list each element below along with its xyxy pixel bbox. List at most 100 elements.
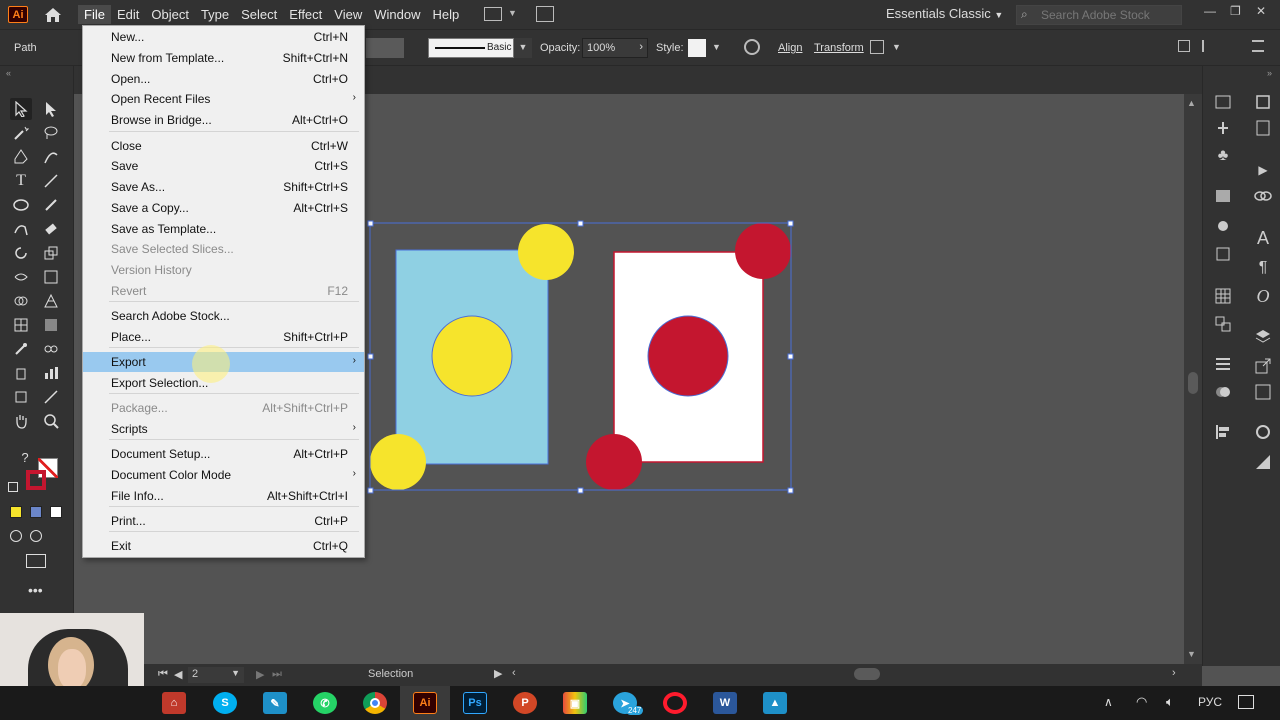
- blend-tool-icon[interactable]: [40, 338, 62, 360]
- status-menu-arrow[interactable]: ▶: [494, 667, 502, 680]
- photoshop-icon[interactable]: Ps: [463, 692, 487, 714]
- opentype-icon[interactable]: O: [1253, 286, 1273, 306]
- menu-object[interactable]: Object: [145, 5, 195, 24]
- pin-icon[interactable]: [870, 40, 884, 54]
- acrobat-icon[interactable]: ⌂: [162, 692, 186, 714]
- perspective-grid-icon[interactable]: [40, 290, 62, 312]
- mesh-tool-icon[interactable]: [10, 314, 32, 336]
- chevron-down-icon[interactable]: ▼: [514, 38, 532, 58]
- selection-handle[interactable]: [367, 220, 374, 227]
- scroll-left-arrow[interactable]: ‹: [512, 667, 516, 679]
- column-graph-icon[interactable]: [40, 362, 62, 384]
- gradient-panel-icon[interactable]: [1213, 186, 1233, 206]
- fill-stroke-swatch[interactable]: [26, 458, 58, 490]
- character-icon[interactable]: A: [1253, 228, 1273, 248]
- menu-item-document-setup[interactable]: Document Setup... Alt+Ctrl+P: [83, 444, 364, 464]
- red-dot-top-right[interactable]: [735, 223, 791, 279]
- yellow-dot-top-right[interactable]: [518, 224, 574, 280]
- transparency-icon[interactable]: [1213, 382, 1233, 402]
- artboards-panel-icon[interactable]: [1213, 314, 1233, 334]
- arrange-documents-icon[interactable]: [484, 7, 502, 21]
- scale-tool-icon[interactable]: [40, 242, 62, 264]
- type-tool-icon[interactable]: T: [10, 170, 32, 192]
- opera-icon[interactable]: [663, 692, 687, 714]
- menu-item-search-adobe-stock[interactable]: Search Adobe Stock...: [83, 306, 364, 326]
- menu-item-scripts[interactable]: Scripts ›: [83, 419, 364, 439]
- transform-link[interactable]: Transform: [814, 42, 864, 54]
- document-icon[interactable]: [1253, 118, 1273, 138]
- screen-mode-icon[interactable]: [26, 554, 46, 568]
- selection-handle[interactable]: [367, 353, 374, 360]
- close-icon[interactable]: ✕: [1256, 4, 1266, 18]
- workspace-switcher[interactable]: Essentials Classic ▼: [886, 6, 1003, 21]
- restore-icon[interactable]: ❐: [1230, 4, 1241, 18]
- selection-tool-icon[interactable]: [10, 98, 32, 120]
- hamburger-icon[interactable]: [1252, 40, 1264, 52]
- stroke-weight-field[interactable]: [366, 38, 404, 58]
- menu-item-save[interactable]: Save Ctrl+S: [83, 156, 364, 176]
- symbol-sprayer-icon[interactable]: [10, 362, 32, 384]
- menu-item-browse-in-bridge[interactable]: Browse in Bridge... Alt+Ctrl+O: [83, 110, 364, 130]
- puppet-warp-icon[interactable]: [1213, 118, 1233, 138]
- curvature-tool-icon[interactable]: [40, 146, 62, 168]
- menu-edit[interactable]: Edit: [111, 5, 145, 24]
- skype-icon[interactable]: S: [213, 692, 237, 714]
- menu-item-close[interactable]: Close Ctrl+W: [83, 136, 364, 156]
- photos-icon[interactable]: ▲: [763, 692, 787, 714]
- menu-item-document-color-mode[interactable]: Document Color Mode ›: [83, 465, 364, 485]
- menu-effect[interactable]: Effect: [283, 5, 328, 24]
- zoom-tool-icon[interactable]: [40, 410, 62, 432]
- language-indicator[interactable]: РУС: [1198, 695, 1222, 709]
- menu-item-print[interactable]: Print... Ctrl+P: [83, 511, 364, 531]
- wifi-icon[interactable]: ◠: [1136, 694, 1147, 710]
- first-artboard-icon[interactable]: ⏮: [158, 668, 168, 681]
- selection-handle[interactable]: [787, 353, 794, 360]
- scroll-right-arrow[interactable]: ›: [1172, 667, 1176, 679]
- next-artboard-icon[interactable]: ▶: [256, 668, 264, 681]
- lasso-icon[interactable]: [40, 122, 62, 144]
- menu-item-place[interactable]: Place... Shift+Ctrl+P: [83, 327, 364, 347]
- vertical-scrollbar[interactable]: ▲ ▼: [1184, 94, 1202, 664]
- scroll-thumb[interactable]: [1188, 372, 1198, 394]
- collapse-icon[interactable]: «: [6, 68, 11, 78]
- align-objects-icon[interactable]: [1213, 422, 1233, 442]
- notes-icon[interactable]: ✎: [263, 692, 287, 714]
- menu-view[interactable]: View: [328, 5, 368, 24]
- selection-handle[interactable]: [787, 487, 794, 494]
- selection-handle[interactable]: [577, 220, 584, 227]
- graphic-style-swatch[interactable]: [688, 39, 706, 57]
- stroke-profile-select[interactable]: Basic: [428, 38, 514, 58]
- width-tool-icon[interactable]: [10, 266, 32, 288]
- menu-help[interactable]: Help: [426, 5, 465, 24]
- gradient-tool-icon[interactable]: [40, 314, 62, 336]
- tray-chevron-icon[interactable]: ∧: [1104, 695, 1113, 709]
- libraries-icon[interactable]: [1253, 92, 1273, 112]
- artboard-tool-icon[interactable]: [10, 386, 32, 408]
- prev-artboard-icon[interactable]: ◀: [174, 668, 182, 681]
- ellipse-tool-icon[interactable]: [10, 194, 32, 216]
- chrome-icon[interactable]: [363, 692, 387, 714]
- red-dot-center[interactable]: [647, 315, 729, 397]
- color-mode-swatch[interactable]: [10, 506, 22, 518]
- gradient-mode-swatch[interactable]: [30, 506, 42, 518]
- chevron-down-icon[interactable]: ▼: [508, 8, 517, 18]
- chevron-down-icon[interactable]: ▼: [712, 42, 721, 52]
- home-icon[interactable]: [42, 5, 64, 25]
- chevron-down-icon[interactable]: ▼: [892, 42, 901, 52]
- menu-item-exit[interactable]: Exit Ctrl+Q: [83, 536, 364, 556]
- eraser-icon[interactable]: [40, 218, 62, 240]
- appearance-icon[interactable]: [1213, 216, 1233, 236]
- yellow-dot-bottom-left[interactable]: [370, 434, 426, 490]
- menu-item-file-info[interactable]: File Info... Alt+Shift+Ctrl+I: [83, 486, 364, 506]
- layers-icon[interactable]: [1253, 326, 1273, 346]
- menu-select[interactable]: Select: [235, 5, 283, 24]
- symbols-icon[interactable]: ♣: [1213, 146, 1233, 166]
- panel-menu-icon[interactable]: [1202, 40, 1216, 52]
- expand-icon[interactable]: »: [1267, 68, 1272, 78]
- align-link[interactable]: Align: [778, 42, 802, 54]
- hand-tool-icon[interactable]: [10, 410, 32, 432]
- opacity-field[interactable]: 100% ›: [582, 38, 648, 58]
- menu-item-save-as-template[interactable]: Save as Template...: [83, 219, 364, 239]
- menu-item-open-recent-files[interactable]: Open Recent Files ›: [83, 89, 364, 109]
- menu-window[interactable]: Window: [368, 5, 426, 24]
